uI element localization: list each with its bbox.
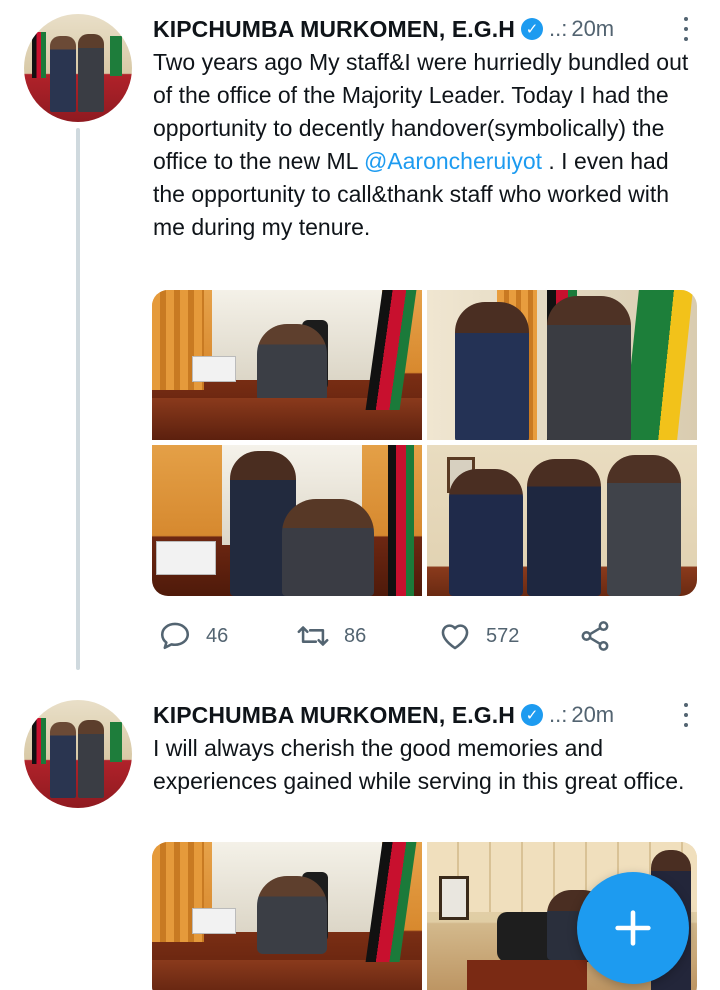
reply-icon bbox=[160, 622, 190, 650]
retweet-icon bbox=[297, 626, 329, 646]
reply-button[interactable]: 46 bbox=[158, 619, 296, 653]
tweet-header: KIPCHUMBA MURKOMEN, E.G.H ✓ ..: 20m bbox=[153, 12, 698, 46]
media-photo[interactable] bbox=[427, 290, 697, 440]
reply-count: 46 bbox=[206, 624, 229, 647]
tweet-header: KIPCHUMBA MURKOMEN, E.G.H ✓ ..: 20m bbox=[153, 698, 698, 732]
retweet-button[interactable]: 86 bbox=[296, 619, 438, 653]
retweet-count: 86 bbox=[344, 624, 367, 647]
media-photo[interactable] bbox=[152, 842, 422, 990]
timestamp[interactable]: 20m bbox=[571, 16, 614, 42]
more-vertical-icon[interactable] bbox=[676, 700, 696, 730]
more-vertical-icon[interactable] bbox=[676, 14, 696, 44]
tweet-text: I will always cherish the good memories … bbox=[153, 735, 685, 794]
timestamp[interactable]: 20m bbox=[571, 702, 614, 728]
compose-tweet-button[interactable] bbox=[577, 872, 689, 984]
heart-icon bbox=[441, 624, 469, 650]
tweet-actions: 46 86 572 bbox=[158, 616, 638, 656]
media-photo[interactable] bbox=[427, 445, 697, 596]
share-button[interactable] bbox=[578, 619, 618, 653]
like-count: 572 bbox=[486, 624, 520, 647]
media-grid bbox=[152, 290, 697, 596]
mention-link[interactable]: @Aaroncheruiyot bbox=[364, 148, 542, 174]
media-photo[interactable] bbox=[152, 290, 422, 440]
tweet-text: Two years ago My staff&I were hurriedly … bbox=[153, 49, 689, 240]
author-handle[interactable]: ..: bbox=[549, 702, 567, 728]
avatar[interactable] bbox=[24, 14, 132, 122]
like-button[interactable]: 572 bbox=[438, 619, 578, 653]
verified-badge-icon: ✓ bbox=[520, 18, 543, 40]
avatar[interactable] bbox=[24, 700, 132, 808]
author-handle[interactable]: ..: bbox=[549, 16, 567, 42]
tweet[interactable]: KIPCHUMBA MURKOMEN, E.G.H ✓ ..: 20m Two … bbox=[0, 0, 720, 690]
media-photo[interactable] bbox=[152, 445, 422, 596]
author-name[interactable]: KIPCHUMBA MURKOMEN, E.G.H bbox=[153, 16, 515, 43]
author-name[interactable]: KIPCHUMBA MURKOMEN, E.G.H bbox=[153, 702, 515, 729]
thread-line bbox=[76, 128, 80, 670]
plus-icon bbox=[615, 910, 651, 946]
verified-badge-icon: ✓ bbox=[520, 704, 543, 726]
share-icon bbox=[581, 621, 609, 651]
